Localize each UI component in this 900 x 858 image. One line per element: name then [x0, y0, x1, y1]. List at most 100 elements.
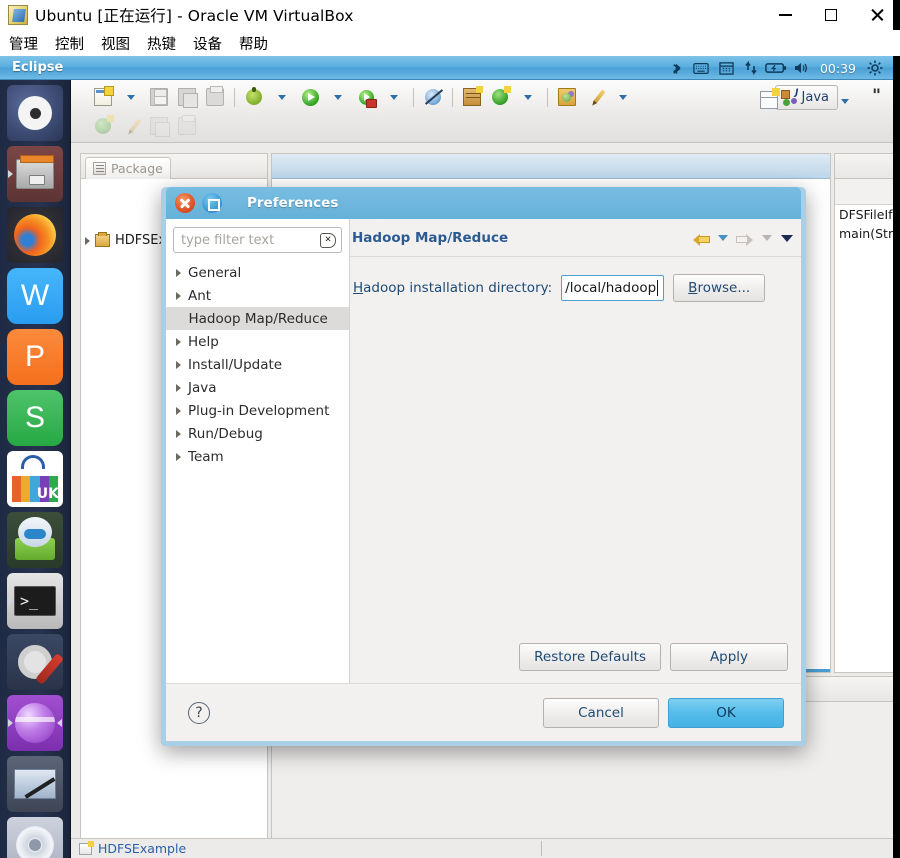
forward-dropdown-icon[interactable] [762, 235, 772, 241]
back-dropdown-icon[interactable] [718, 235, 728, 241]
toggle-word-wrap-icon[interactable] [175, 114, 199, 138]
toggle-mark-occurrences-icon[interactable] [91, 114, 115, 138]
new-class-dropdown[interactable] [516, 85, 540, 109]
filter-box[interactable] [173, 227, 377, 253]
ok-button[interactable]: OK [668, 697, 784, 728]
save-all-icon[interactable] [175, 85, 199, 109]
debug-dropdown[interactable] [270, 85, 294, 109]
page-menu-icon[interactable] [781, 234, 793, 242]
menu-manage[interactable]: 管理 [9, 33, 38, 54]
cancel-button[interactable]: Cancel [543, 697, 659, 728]
apply-button[interactable]: Apply [670, 643, 788, 671]
menu-control[interactable]: 控制 [55, 33, 84, 54]
battery-icon[interactable] [764, 56, 789, 80]
expand-arrow-icon[interactable] [176, 383, 181, 392]
run-dropdown[interactable] [326, 85, 350, 109]
tree-item-label: Run/Debug [188, 425, 263, 442]
dock-item-ubuntu-software[interactable]: UK [7, 451, 63, 507]
dock-item-ubuntu-dash[interactable] [7, 85, 63, 141]
editor-tabbar [272, 154, 830, 179]
tree-item-team[interactable]: Team [166, 445, 349, 468]
dialog-titlebar: Preferences [166, 187, 801, 219]
tree-item-help[interactable]: Help [166, 330, 349, 353]
dialog-maximize-icon[interactable] [202, 193, 222, 213]
run-external-dropdown[interactable] [382, 85, 406, 109]
maximize-button[interactable] [808, 0, 854, 30]
calendar-icon[interactable] [714, 56, 739, 80]
toggle-block-selection-icon[interactable] [147, 114, 171, 138]
dock-item-system-settings[interactable] [7, 634, 63, 690]
tab-package-explorer[interactable]: Package [85, 157, 171, 179]
expand-arrow-icon[interactable] [85, 236, 90, 245]
dialog-main: General Ant Hadoop Map/Reduce [166, 219, 801, 683]
search-dropdown[interactable] [611, 85, 635, 109]
hadoop-install-dir-input[interactable]: /local/hadoop [561, 275, 665, 301]
filter-input[interactable] [174, 232, 377, 248]
expand-arrow-icon[interactable] [176, 452, 181, 461]
expand-arrow-icon[interactable] [176, 337, 181, 346]
perspective-dropdown[interactable] [833, 89, 857, 113]
dock-item-wps-spreadsheet[interactable]: S [7, 390, 63, 446]
volume-icon[interactable] [789, 56, 814, 80]
expand-arrow-icon[interactable] [176, 291, 181, 300]
new-class-icon[interactable] [488, 85, 512, 109]
tree-item-label: General [188, 264, 242, 281]
minimize-button[interactable] [762, 0, 808, 30]
dock-item-wps-presentation[interactable]: P [7, 329, 63, 385]
forward-arrow-icon[interactable] [736, 232, 753, 246]
gear-icon[interactable] [862, 56, 887, 80]
new-icon[interactable] [91, 85, 115, 109]
outline-item-method[interactable]: main(String[] [835, 224, 893, 243]
skip-breakpoints-icon[interactable] [421, 85, 445, 109]
menu-view[interactable]: 视图 [101, 33, 130, 54]
browse-rest: rowse... [697, 280, 751, 296]
tree-item-ant[interactable]: Ant [166, 284, 349, 307]
tree-item-hadoop-map-reduce[interactable]: Hadoop Map/Reduce [166, 307, 349, 330]
expand-arrow-icon[interactable] [176, 360, 181, 369]
print-icon[interactable] [203, 85, 227, 109]
dock-item-firefox[interactable] [7, 207, 63, 263]
dock-item-amazon[interactable] [7, 512, 63, 568]
clear-filter-icon[interactable] [320, 233, 336, 248]
expand-arrow-icon[interactable] [176, 268, 181, 277]
menu-hotkeys[interactable]: 热键 [147, 33, 176, 54]
tree-item-run-debug[interactable]: Run/Debug [166, 422, 349, 445]
help-icon[interactable]: ? [188, 701, 210, 724]
restore-defaults-button[interactable]: Restore Defaults [519, 643, 661, 671]
tree-item-plug-in-development[interactable]: Plug-in Development [166, 399, 349, 422]
expand-arrow-icon[interactable] [176, 429, 181, 438]
eclipse-status-bar: HDFSExample [71, 838, 893, 858]
outline-item-class[interactable]: DFSFileIfExis [835, 205, 893, 224]
new-dropdown[interactable] [119, 85, 143, 109]
save-icon[interactable] [147, 85, 171, 109]
search-icon[interactable] [583, 85, 607, 109]
dock-item-screenshot-tool[interactable] [7, 756, 63, 812]
keyboard-icon[interactable] [689, 56, 714, 80]
menu-devices[interactable]: 设备 [193, 33, 222, 54]
dock-item-eclipse[interactable] [7, 695, 63, 751]
run-icon[interactable] [298, 85, 322, 109]
tree-item-java[interactable]: Java [166, 376, 349, 399]
erase-icon[interactable] [119, 114, 143, 138]
browse-button[interactable]: Browse... [673, 274, 766, 302]
new-package-icon[interactable] [460, 85, 484, 109]
perspective-java-button[interactable]: J Java [774, 85, 838, 110]
tree-item-general[interactable]: General [166, 261, 349, 284]
dock-item-files[interactable] [7, 146, 63, 202]
network-icon[interactable] [739, 56, 764, 80]
dock-item-wps-writer[interactable]: W [7, 268, 63, 324]
bluetooth-icon[interactable] [664, 56, 689, 80]
run-external-icon[interactable] [354, 85, 378, 109]
dialog-close-icon[interactable] [175, 193, 195, 213]
dock-item-terminal[interactable]: >_ [7, 573, 63, 629]
dock-item-disc-burner[interactable] [7, 817, 63, 858]
expand-arrow-icon[interactable] [176, 406, 181, 415]
clock[interactable]: 00:39 [820, 61, 856, 76]
debug-icon[interactable] [242, 85, 266, 109]
toolbar-overflow-icon[interactable]: " [872, 86, 881, 106]
tree-item-install-update[interactable]: Install/Update [166, 353, 349, 376]
open-type-icon[interactable] [555, 85, 579, 109]
open-perspective-icon[interactable] [757, 88, 781, 112]
menu-help[interactable]: 帮助 [239, 33, 268, 54]
back-arrow-icon[interactable] [693, 232, 710, 246]
